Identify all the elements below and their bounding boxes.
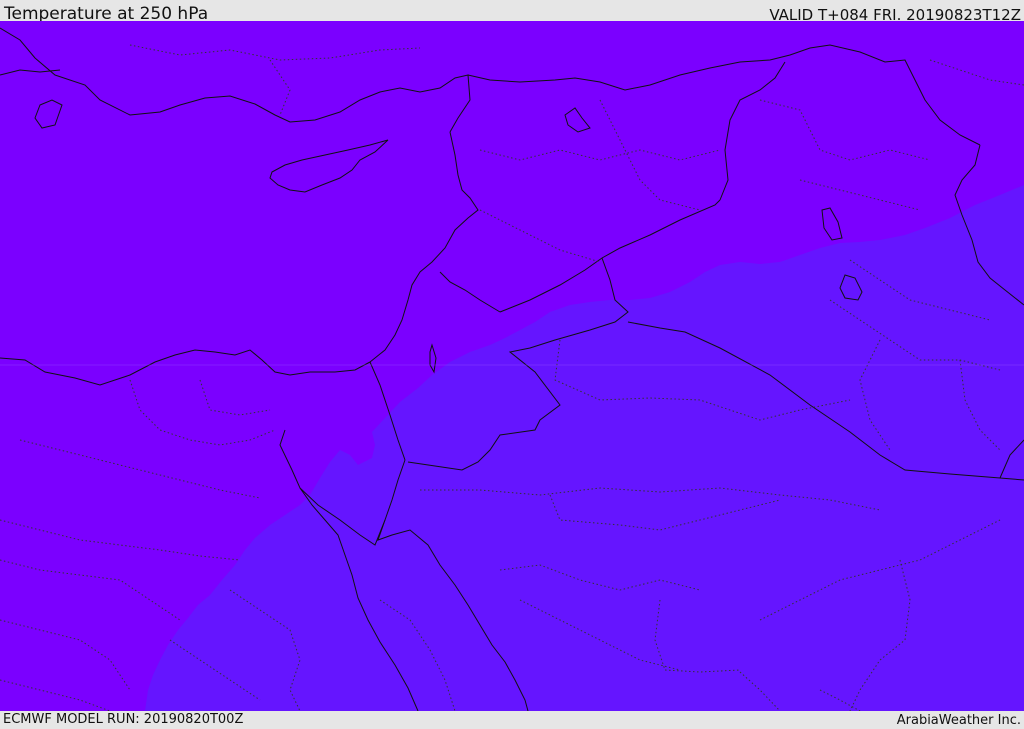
model-run-label: ECMWF MODEL RUN: 20190820T00Z <box>3 712 244 727</box>
map-svg <box>0 21 1024 711</box>
weather-map-frame: Temperature at 250 hPa VALID T+084 FRI. … <box>0 0 1024 729</box>
header-bar: Temperature at 250 hPa VALID T+084 FRI. … <box>0 0 1024 24</box>
credit-label: ArabiaWeather Inc. <box>896 713 1021 728</box>
map-canvas <box>0 21 1024 711</box>
footer-bar: ECMWF MODEL RUN: 20190820T00Z ArabiaWeat… <box>0 711 1024 729</box>
